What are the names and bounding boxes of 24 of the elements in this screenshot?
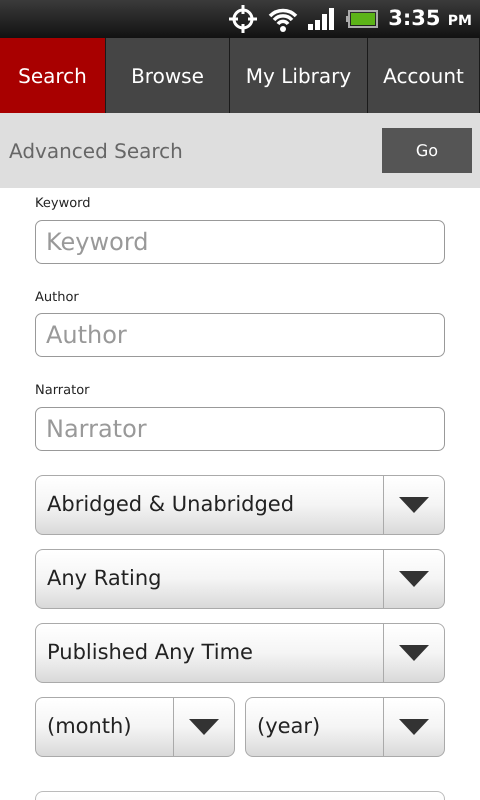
page-title: Advanced Search (9, 138, 183, 164)
field-label: Narrator (35, 382, 91, 400)
text-field[interactable]: Keyword (35, 220, 445, 264)
text-field[interactable]: Author (35, 313, 445, 357)
battery-icon (346, 10, 378, 28)
dropdown[interactable]: Abridged & Unabridged (35, 474, 445, 534)
go-button[interactable]: Go (382, 128, 472, 173)
dropdown-arrow-icon (399, 644, 429, 660)
dropdown-arrow-icon (399, 718, 429, 734)
dropdown-arrow-icon (189, 718, 219, 734)
dropdown-arrow-icon (399, 570, 429, 586)
wifi-icon (268, 6, 298, 32)
dropdown[interactable]: (year) (245, 696, 445, 756)
dropdown[interactable]: Any Rating (35, 548, 445, 608)
field-label: Author (35, 288, 80, 306)
dropdown[interactable]: Published Any Time (35, 622, 445, 682)
field-label: Keyword (35, 195, 92, 213)
gps-icon (228, 4, 258, 34)
tab[interactable]: Search (0, 38, 106, 113)
signal-icon (308, 8, 336, 30)
dropdown-arrow-icon (399, 496, 429, 512)
text-field[interactable]: Narrator (35, 406, 445, 450)
dropdown[interactable]: (month) (35, 696, 235, 756)
clock-text: 3:35 PM (388, 5, 472, 32)
